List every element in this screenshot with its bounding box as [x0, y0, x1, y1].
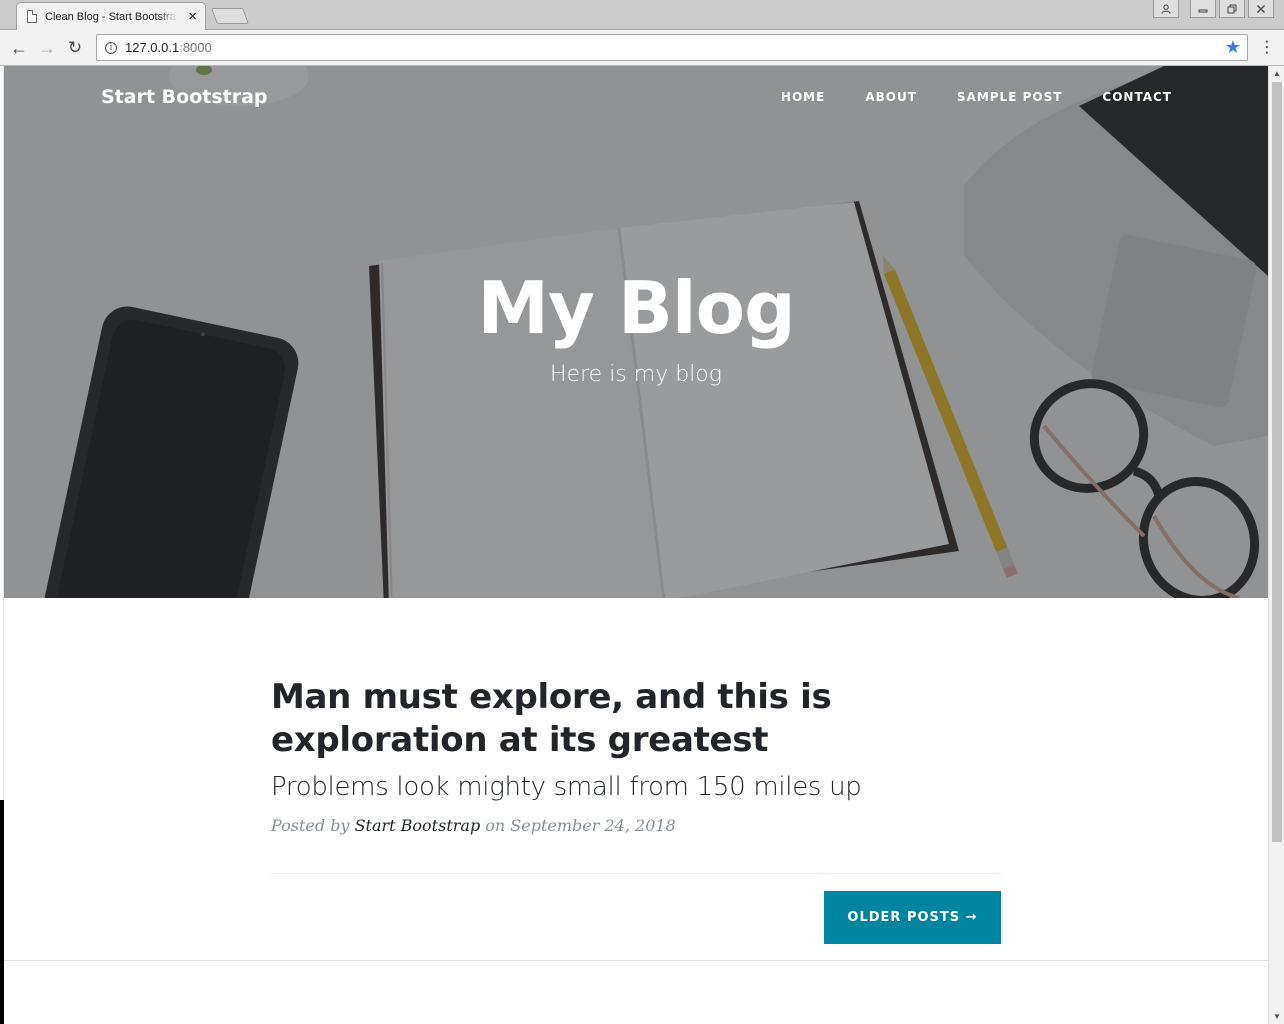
tab-close-icon[interactable]: ×: [188, 9, 197, 24]
post-title[interactable]: Man must explore, and this is exploratio…: [271, 676, 1001, 762]
scrollbar-thumb[interactable]: [1272, 82, 1282, 842]
post-author-link[interactable]: Start Bootstrap: [355, 816, 481, 835]
site-info-icon[interactable]: i: [105, 41, 117, 54]
forward-arrow-icon[interactable]: →: [34, 35, 60, 61]
nav-home[interactable]: Home: [781, 90, 825, 104]
restore-icon[interactable]: [1219, 0, 1245, 18]
hero-title: My Blog: [477, 266, 795, 350]
browser-menu-icon[interactable]: ⋮: [1259, 37, 1275, 57]
back-arrow-icon[interactable]: ←: [6, 35, 32, 61]
scroll-down-arrow-icon[interactable]: ▼: [1273, 1012, 1281, 1021]
url-port: :8000: [179, 40, 212, 55]
window-controls: [1153, 0, 1274, 18]
page-viewport: Start Bootstrap Home About Sample Post C…: [4, 66, 1268, 1024]
post-subtitle[interactable]: Problems look mighty small from 150 mile…: [271, 772, 1001, 802]
tab-strip: Clean Blog - Start Bootstrap ×: [0, 0, 1284, 30]
older-posts-button[interactable]: Older Posts →: [824, 891, 1001, 944]
hero-subtitle: Here is my blog: [550, 362, 722, 387]
url-host: 127.0.0.1: [125, 40, 180, 55]
close-window-icon[interactable]: [1248, 0, 1274, 18]
post-meta-prefix: Posted by: [271, 816, 355, 835]
navbar-brand[interactable]: Start Bootstrap: [101, 86, 268, 108]
nav-about[interactable]: About: [865, 90, 917, 104]
post-preview: Man must explore, and this is exploratio…: [271, 676, 1001, 835]
scroll-up-arrow-icon[interactable]: ▲: [1273, 69, 1281, 78]
main-navbar: Start Bootstrap Home About Sample Post C…: [4, 66, 1268, 132]
bookmark-star-icon[interactable]: ★: [1225, 38, 1241, 56]
page-icon: [27, 10, 37, 23]
new-tab-button[interactable]: [211, 8, 249, 24]
masthead: Start Bootstrap Home About Sample Post C…: [4, 66, 1268, 598]
nav-sample-post[interactable]: Sample Post: [957, 90, 1063, 104]
post-meta: Posted by Start Bootstrap on September 2…: [271, 816, 1001, 835]
reload-icon[interactable]: ↻: [62, 35, 88, 61]
browser-tab[interactable]: Clean Blog - Start Bootstrap ×: [16, 2, 206, 30]
navbar-links: Home About Sample Post Contact: [781, 90, 1172, 104]
post-date: September 24, 2018: [510, 816, 676, 835]
post-meta-on: on: [480, 816, 511, 835]
browser-toolbar: ← → ↻ i 127.0.0.1:8000 ★ ⋮: [0, 31, 1284, 65]
browser-chrome: Clean Blog - Start Bootstrap × ← → ↻ i 1…: [0, 0, 1284, 66]
minimize-icon[interactable]: [1190, 0, 1216, 18]
site-heading: My Blog Here is my blog: [4, 272, 1268, 387]
user-icon[interactable]: [1153, 0, 1179, 18]
footer-divider: [4, 960, 1268, 961]
nav-contact[interactable]: Contact: [1102, 90, 1172, 104]
address-bar[interactable]: i 127.0.0.1:8000 ★: [96, 34, 1248, 61]
post-divider: [271, 873, 1001, 874]
page-scrollbar[interactable]: ▲ ▼: [1268, 66, 1284, 1024]
tab-title: Clean Blog - Start Bootstrap: [45, 10, 177, 23]
